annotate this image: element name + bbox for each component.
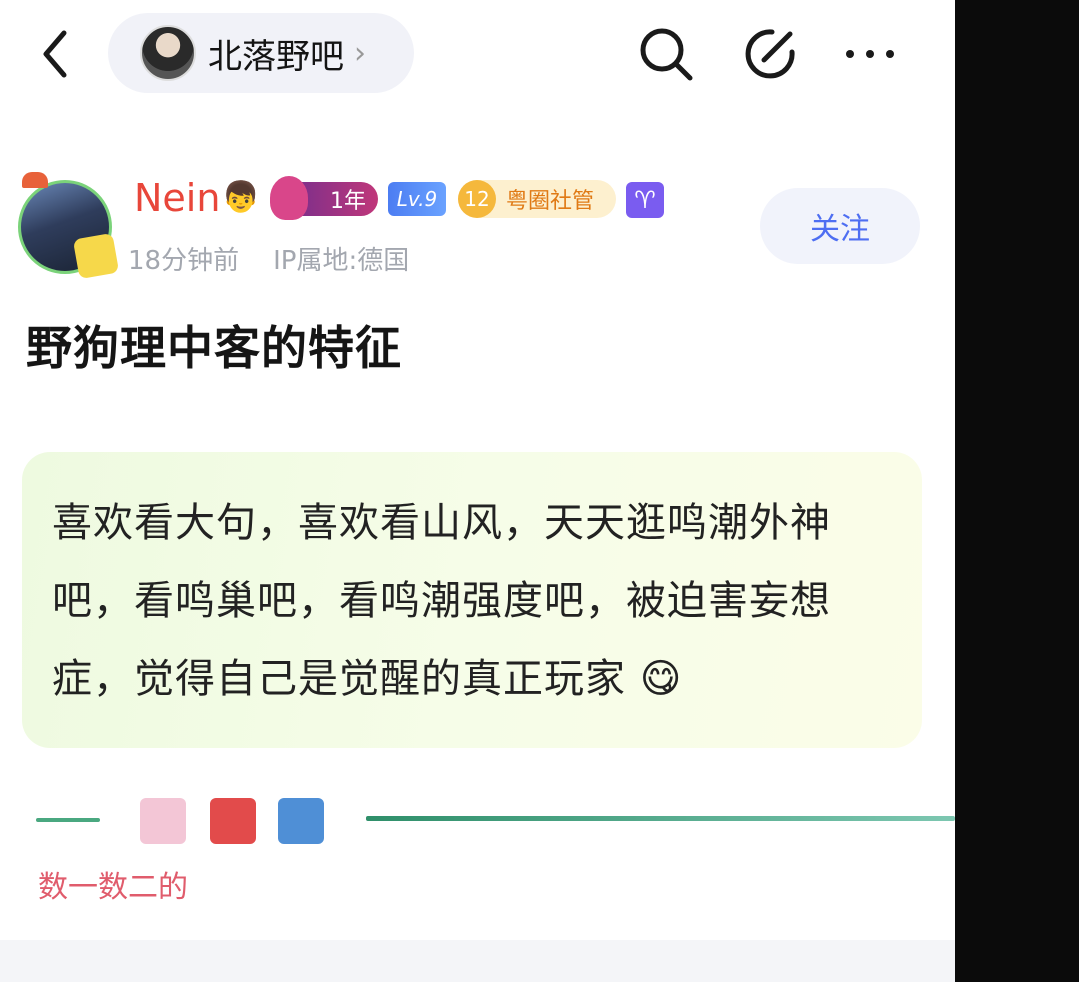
avatar-decoration-pikachu: [72, 232, 120, 280]
pink-pixel-sprite-icon: [140, 798, 186, 844]
bottom-separator: [0, 940, 955, 982]
post-body-bubble: 喜欢看大句，喜欢看山风，天天逛鸣潮外神吧，看鸣巢吧，看鸣潮强度吧，被迫害妄想症，…: [22, 452, 922, 748]
edit-icon: [745, 29, 795, 79]
membership-year-badge: 1年: [270, 176, 378, 220]
edit-button[interactable]: [740, 24, 800, 84]
post-meta: 18分钟前 IP属地:德国: [128, 240, 443, 277]
signature-sprites: [112, 792, 356, 852]
more-icon: [846, 50, 894, 58]
red-pixel-sprite-icon: [210, 798, 256, 844]
back-arrow-icon: [43, 30, 67, 78]
forum-name: 北落野吧: [208, 36, 344, 77]
avatar-decoration-hat: [22, 172, 48, 188]
post-time: 18分钟前: [128, 246, 240, 276]
ip-location: IP属地:德国: [273, 246, 410, 276]
post-header: Nein 👦 1年 Lv.9 12 粤圈社管 ♈ 18分钟前 IP属地:德国 关注: [16, 170, 936, 280]
post-title: 野狗理中客的特征: [26, 321, 402, 375]
forum-link[interactable]: 北落野吧 ›: [108, 13, 414, 93]
admin-badge-label: 粤圈社管: [506, 189, 595, 214]
top-bar: 北落野吧 ›: [0, 0, 955, 110]
admin-badge: 12 粤圈社管: [458, 180, 616, 218]
signature-divider-left: [36, 818, 100, 822]
post-body: 喜欢看大句，喜欢看山风，天天逛鸣潮外神吧，看鸣巢吧，看鸣潮强度吧，被迫害妄想症，…: [52, 500, 831, 702]
signature-text: 数一数二的: [38, 870, 188, 905]
more-button[interactable]: [840, 24, 900, 84]
author-nickname[interactable]: Nein: [134, 176, 220, 220]
author-avatar[interactable]: [16, 172, 120, 280]
search-icon: [640, 28, 693, 81]
aries-icon: ♈: [626, 182, 664, 218]
blue-pixel-sprite-icon: [278, 798, 324, 844]
follow-button[interactable]: 关注: [760, 188, 920, 264]
chevron-right-icon: ›: [354, 35, 366, 71]
badge-year-text: 1年: [330, 189, 366, 214]
level-badge: Lv.9: [388, 182, 446, 216]
back-button[interactable]: [32, 26, 78, 82]
forum-avatar: [140, 25, 196, 81]
search-button[interactable]: [636, 24, 696, 84]
nickname-emoji: 👦: [222, 180, 260, 215]
post-panel: 北落野吧 › Nein 👦 1年 Lv.9 12 粤圈社管 ♈ 18分钟前 IP…: [0, 0, 955, 982]
signature-divider-right: [366, 816, 955, 821]
admin-badge-number: 12: [458, 180, 496, 218]
crown-icon: [270, 176, 308, 220]
